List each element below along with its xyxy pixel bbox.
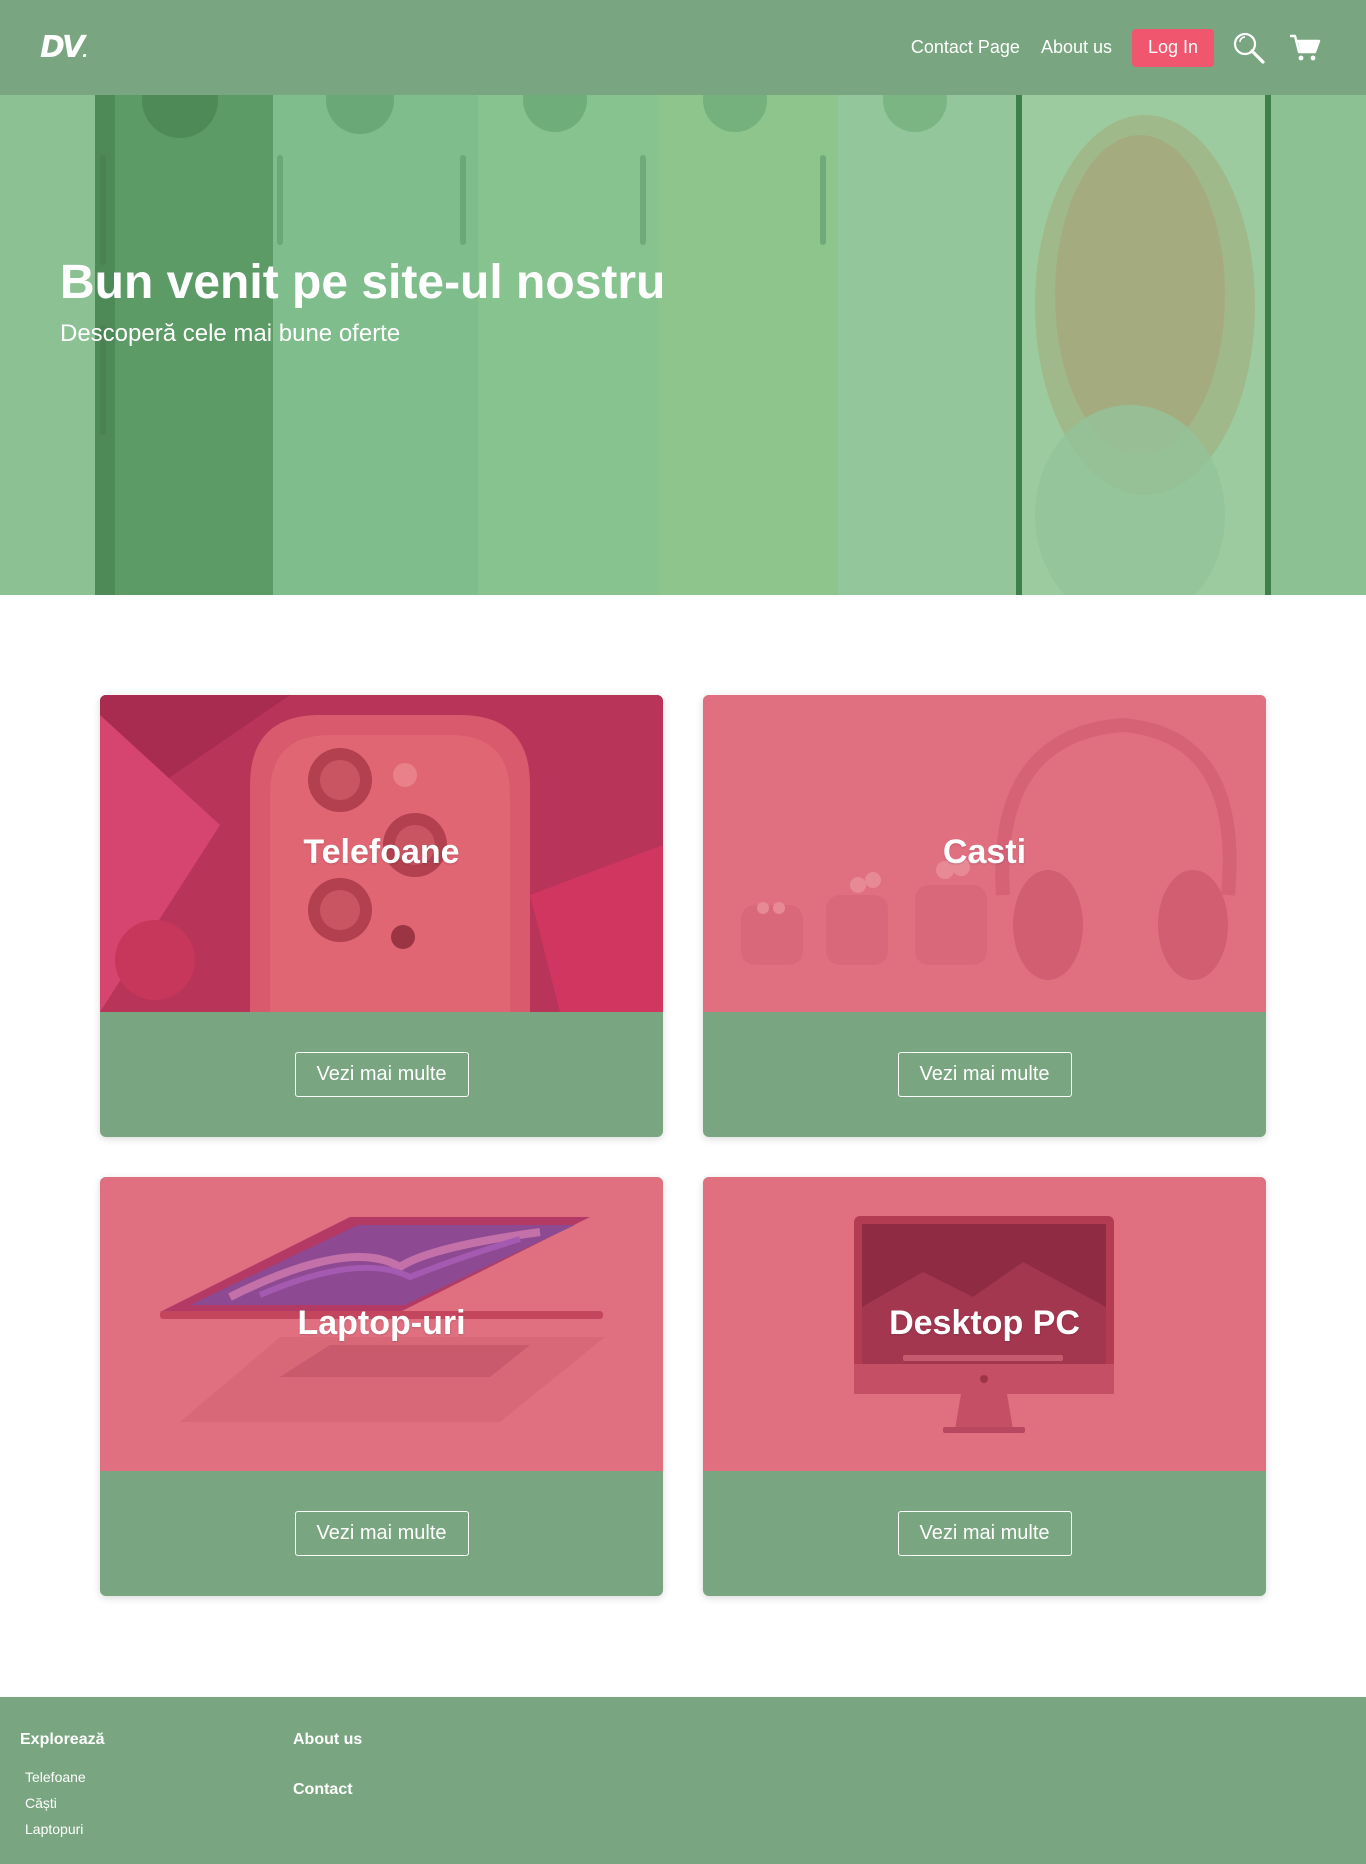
hero-title: Bun venit pe site-ul nostru: [60, 256, 666, 309]
category-card-laptopuri: Laptop-uri Vezi mai multe: [100, 1177, 663, 1596]
hero-subtitle: Descoperă cele mai bune oferte: [60, 320, 401, 347]
footer-explore-heading: Explorează: [20, 1731, 105, 1748]
footer-about-link[interactable]: About us: [293, 1731, 362, 1749]
main-nav: Contact Page About us Log In: [890, 27, 1326, 69]
category-title: Desktop PC: [889, 1304, 1080, 1342]
footer-explore-column: Explorează Telefoane Căști Laptopuri: [20, 1731, 104, 1847]
card-image-headphones: Casti: [703, 695, 1266, 1012]
footer-link-telefoane[interactable]: Telefoane: [25, 1769, 104, 1795]
hero-banner: Bun venit pe site-ul nostru Descoperă ce…: [0, 95, 1366, 595]
see-more-button[interactable]: Vezi mai multe: [294, 1052, 469, 1097]
site-header: DV. Contact Page About us Log In: [0, 0, 1366, 95]
card-footer: Vezi mai multe: [100, 1471, 663, 1596]
nav-contact-link[interactable]: Contact Page: [911, 37, 1020, 58]
category-title: Telefoane: [303, 833, 460, 871]
search-icon[interactable]: [1228, 27, 1270, 69]
see-more-button[interactable]: Vezi mai multe: [897, 1511, 1072, 1556]
login-button[interactable]: Log In: [1132, 28, 1214, 67]
category-title: Laptop-uri: [297, 1304, 466, 1342]
cart-icon[interactable]: [1284, 27, 1326, 69]
site-logo[interactable]: DV.: [40, 30, 88, 65]
card-footer: Vezi mai multe: [703, 1012, 1266, 1137]
card-image-desktop: Desktop PC: [703, 1177, 1266, 1471]
category-card-desktop-pc: Desktop PC Vezi mai multe: [703, 1177, 1266, 1596]
footer-info-column: About us Contact: [293, 1731, 362, 1799]
see-more-button[interactable]: Vezi mai multe: [294, 1511, 469, 1556]
footer-explore-list: Telefoane Căști Laptopuri: [20, 1769, 104, 1847]
category-card-casti: Casti Vezi mai multe: [703, 695, 1266, 1137]
card-image-laptops: Laptop-uri: [100, 1177, 663, 1471]
nav-about-link[interactable]: About us: [1041, 37, 1112, 58]
category-card-telefoane: Telefoane Vezi mai multe: [100, 695, 663, 1137]
site-footer: Explorează Telefoane Căști Laptopuri Abo…: [0, 1697, 1366, 1864]
footer-contact-link[interactable]: Contact: [293, 1781, 362, 1799]
card-image-phones: Telefoane: [100, 695, 663, 1012]
category-title: Casti: [942, 833, 1027, 871]
card-footer: Vezi mai multe: [100, 1012, 663, 1137]
see-more-button[interactable]: Vezi mai multe: [897, 1052, 1072, 1097]
footer-link-casti[interactable]: Căști: [25, 1795, 104, 1821]
card-footer: Vezi mai multe: [703, 1471, 1266, 1596]
footer-link-laptopuri[interactable]: Laptopuri: [25, 1821, 104, 1847]
